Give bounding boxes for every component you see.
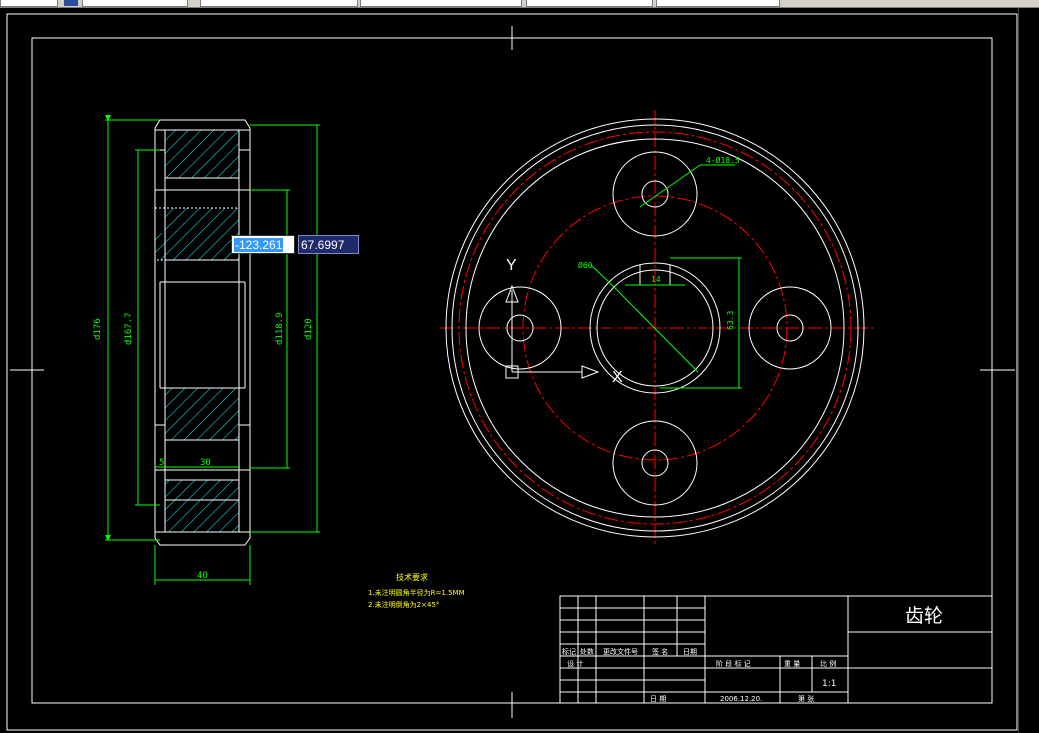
technical-notes: 技术要求 1.未注明圆角半径为R=1.5MM 2.未注明倒角为2×45° (368, 572, 465, 609)
ucs-icon (505, 284, 600, 379)
sheet-label: 第 张 (798, 694, 814, 703)
design-label: 设 计 (567, 659, 583, 668)
bore-label: Ø60 (578, 260, 593, 270)
notes-line-1: 1.未注明圆角半径为R=1.5MM (368, 588, 465, 597)
keyway-depth-label: 63.3 (726, 311, 735, 330)
hdr-count: 处数 (580, 647, 594, 656)
scale-label: 比 例 (820, 659, 836, 668)
dim-pitch-diameter: d167.7 (124, 312, 134, 345)
front-view: 4-Ø18.5 Ø60 14 63.3 Y X (440, 110, 875, 545)
notes-title: 技术要求 (396, 572, 428, 582)
dim-bore-a: d118.9 (275, 312, 285, 345)
stage-mark-label: 阶 段 标 记 (716, 659, 751, 668)
ucs-y-label: Y (506, 257, 517, 274)
centerlines (440, 110, 875, 545)
dim-slot-b: 30 (200, 458, 211, 468)
dynamic-input-x-value[interactable]: -123.261 (234, 238, 284, 252)
dim-width: 40 (197, 571, 208, 581)
side-view: d176 d167.7 d118.9 d120 40 5 30 (93, 115, 320, 585)
dim-outer-diameter: d176 (93, 318, 103, 340)
hole-pattern-label: 4-Ø18.5 (706, 155, 740, 165)
date-value: 2006.12.20. (720, 695, 762, 703)
drawing-canvas[interactable]: d176 d167.7 d118.9 d120 40 5 30 4-Ø18.5 … (0, 0, 1039, 733)
hdr-change-doc: 更改文件号 (603, 647, 638, 656)
ucs-x-label: X (612, 369, 623, 386)
date-label: 日 期 (650, 695, 666, 703)
scale-value: 1:1 (822, 679, 836, 689)
dim-bore-b: d120 (304, 318, 314, 340)
hdr-mark: 标记 (562, 647, 576, 656)
dynamic-input-y[interactable]: 67.6997 (298, 235, 359, 254)
notes-line-2: 2.未注明倒角为2×45° (368, 600, 439, 609)
dynamic-input-x[interactable]: -123.261 (231, 235, 295, 254)
hdr-date: 日期 (683, 648, 697, 656)
part-name: 齿轮 (905, 605, 943, 627)
keyway-width-label: 14 (651, 275, 661, 284)
dim-slot-a: 5 (159, 458, 164, 468)
weight-label: 重 量 (784, 660, 800, 668)
hdr-signature: 签 名 (652, 647, 668, 656)
